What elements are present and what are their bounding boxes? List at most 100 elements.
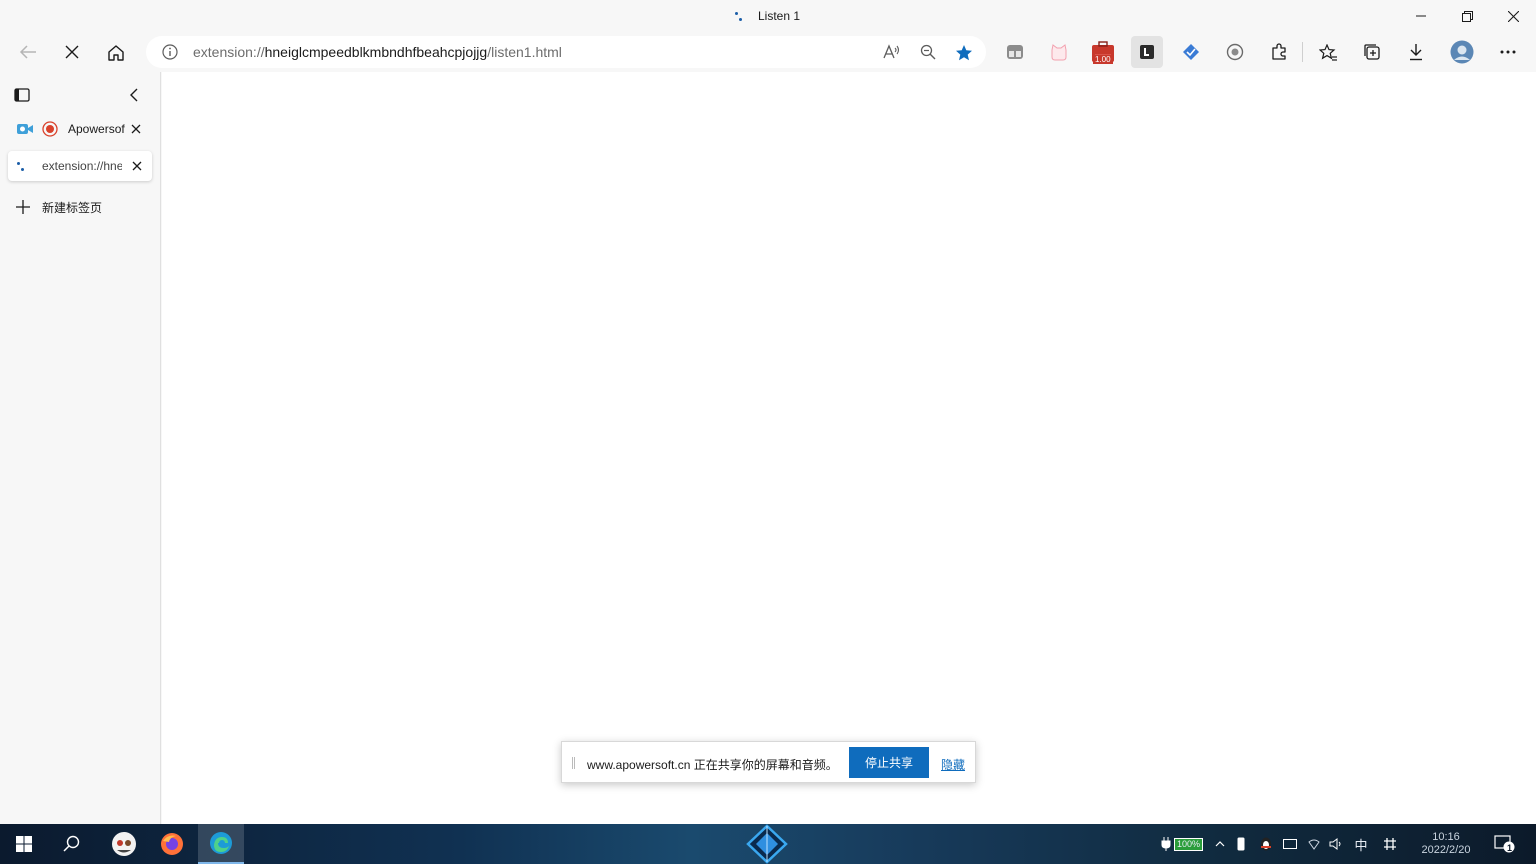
stop-loading-button[interactable]: [56, 36, 88, 68]
home-icon: [108, 44, 124, 61]
grid-extension-icon: [1007, 45, 1023, 59]
site-info-icon[interactable]: [162, 44, 178, 60]
close-icon: [65, 45, 79, 59]
favorite-button[interactable]: [948, 36, 980, 68]
loading-spinner-icon: [16, 160, 28, 172]
toolbox-badge: 1.00: [1093, 55, 1113, 64]
stop-sharing-button[interactable]: 停止共享: [849, 747, 929, 778]
restore-button[interactable]: [1444, 0, 1490, 32]
address-url[interactable]: extension://hneiglcmpeedblkmbndhfbeahcpj…: [193, 44, 562, 60]
toolbar-divider: [1302, 42, 1303, 62]
toolbox-extension-button[interactable]: 1.00: [1087, 36, 1119, 68]
zoom-button[interactable]: [912, 36, 944, 68]
drag-handle[interactable]: [572, 757, 575, 769]
settings-more-button[interactable]: [1492, 36, 1524, 68]
tab-label: Apowersoft: [68, 122, 125, 136]
taskbar-firefox[interactable]: [150, 824, 194, 864]
character-app-icon: [112, 832, 136, 856]
taskbar: 100% 中 10:16 2022/2/20 1: [0, 824, 1536, 864]
window-title-text: Listen 1: [758, 9, 801, 23]
clock[interactable]: 10:16 2022/2/20: [1408, 824, 1484, 864]
new-tab-button[interactable]: 新建标签页: [8, 192, 152, 222]
title-bar: Listen 1: [0, 0, 1536, 32]
read-aloud-icon: [883, 44, 900, 59]
camera-recording-icon: [17, 124, 33, 134]
collections-icon: [1364, 44, 1380, 60]
tab-actions-button[interactable]: [14, 87, 30, 108]
tab-listen1[interactable]: extension://hneiglcmpeedblkmbndhfbeahcpj…: [8, 151, 152, 181]
extensions-button[interactable]: [1263, 36, 1295, 68]
clock-date: 2022/2/20: [1421, 844, 1471, 856]
record-icon: [42, 121, 58, 137]
close-tab-icon[interactable]: [132, 161, 142, 171]
show-hidden-icons-button[interactable]: [1212, 824, 1228, 864]
loading-spinner-icon: [734, 10, 746, 22]
listen1-extension-button[interactable]: [1131, 36, 1163, 68]
tray-phone[interactable]: [1232, 824, 1250, 864]
home-button[interactable]: [100, 36, 132, 68]
volume-icon: [1329, 838, 1341, 850]
penguin-icon: [1261, 837, 1271, 851]
chevron-left-icon: [130, 88, 138, 102]
vertical-tabs-pane: Apowersoft extension://hneiglcmpeedblkmb…: [0, 72, 161, 824]
phone-icon: [1237, 837, 1245, 851]
notification-icon: [1494, 835, 1515, 853]
diamond-logo-icon: [746, 824, 788, 864]
read-aloud-button[interactable]: [876, 36, 908, 68]
listen1-extension-icon: [1140, 45, 1154, 59]
firefox-icon: [161, 833, 183, 855]
zoom-out-icon: [920, 44, 936, 60]
avatar: [1450, 40, 1474, 64]
minimize-icon: [1416, 15, 1426, 17]
ime-mode-button[interactable]: [1378, 824, 1402, 864]
start-button[interactable]: [4, 824, 44, 864]
close-icon: [1507, 10, 1519, 22]
diamond-extension-icon: [1183, 44, 1199, 60]
share-message: www.apowersoft.cn 正在共享你的屏幕和音频。: [587, 758, 838, 772]
plus-icon: [16, 200, 30, 214]
more-dots-icon: [1500, 50, 1516, 54]
downloads-button[interactable]: [1400, 36, 1432, 68]
new-tab-label: 新建标签页: [42, 200, 103, 215]
battery-indicator[interactable]: 100%: [1156, 824, 1208, 864]
ime-indicator[interactable]: 中: [1350, 824, 1372, 864]
globe-extension-button[interactable]: [1219, 36, 1251, 68]
search-icon: [63, 835, 80, 852]
close-window-button[interactable]: [1490, 0, 1536, 32]
restore-icon: [1461, 10, 1473, 22]
star-filled-icon: [956, 44, 972, 60]
tab-apowersoft[interactable]: Apowersoft: [8, 114, 152, 144]
tray-network[interactable]: [1304, 824, 1324, 864]
back-button[interactable]: [12, 36, 44, 68]
cat-extension-button[interactable]: [1043, 36, 1075, 68]
power-plug-icon: [1161, 837, 1171, 851]
ime-grid-icon: [1384, 838, 1396, 850]
battery-percent: 100%: [1173, 837, 1204, 851]
tray-volume[interactable]: [1326, 824, 1346, 864]
collapse-pane-button[interactable]: [129, 88, 139, 107]
tab-label: extension://hneiglcmpeedblkmbndhfbeahcpj…: [42, 159, 122, 173]
grid-extension-button[interactable]: [999, 36, 1031, 68]
minimize-button[interactable]: [1398, 0, 1444, 32]
taskbar-center-app[interactable]: [744, 824, 790, 864]
close-tab-icon[interactable]: [131, 124, 141, 134]
search-button[interactable]: [52, 824, 92, 864]
taskbar-app-avatar[interactable]: [102, 824, 146, 864]
clock-time: 10:16: [1432, 831, 1460, 843]
tray-qq[interactable]: [1256, 824, 1276, 864]
address-bar[interactable]: extension://hneiglcmpeedblkmbndhfbeahcpj…: [146, 36, 986, 68]
notification-center-button[interactable]: 1: [1490, 824, 1520, 864]
collections-button[interactable]: [1356, 36, 1388, 68]
profile-button[interactable]: [1446, 36, 1478, 68]
url-path: /listen1.html: [487, 44, 562, 60]
diamond-extension-button[interactable]: [1175, 36, 1207, 68]
hide-banner-link[interactable]: 隐藏: [941, 756, 965, 773]
tray-display[interactable]: [1280, 824, 1300, 864]
chevron-up-icon: [1215, 841, 1225, 847]
favorites-button[interactable]: [1312, 36, 1344, 68]
taskbar-edge[interactable]: [198, 824, 244, 864]
window-title: Listen 1: [734, 9, 800, 23]
url-host: hneiglcmpeedblkmbndhfbeahcpjojjg: [264, 44, 488, 60]
browser-toolbar: extension://hneiglcmpeedblkmbndhfbeahcpj…: [0, 32, 1536, 72]
back-arrow-icon: [19, 45, 36, 59]
